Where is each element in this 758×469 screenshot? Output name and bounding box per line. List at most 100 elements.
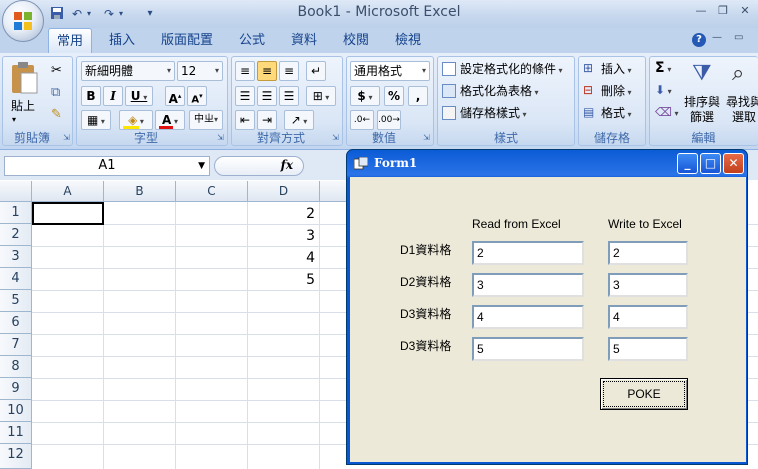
italic-button[interactable]: I bbox=[103, 86, 123, 106]
form-app-icon[interactable] bbox=[353, 156, 369, 171]
font-name-value: 新細明體 bbox=[85, 64, 134, 78]
row-header[interactable]: 12 bbox=[0, 444, 32, 469]
paste-dropdown-icon[interactable]: ▾ bbox=[12, 115, 16, 124]
font-name-select[interactable]: 新細明體 ▾ bbox=[81, 61, 175, 81]
write-textbox[interactable]: 2 bbox=[608, 241, 688, 265]
read-textbox[interactable]: 3 bbox=[472, 273, 584, 297]
column-header-d[interactable]: D bbox=[248, 181, 320, 202]
number-format-select[interactable]: 通用格式 ▾ bbox=[350, 61, 430, 81]
phonetic-icon[interactable]: 中ㄓ▾ bbox=[189, 110, 223, 130]
ribbon-restore-icon[interactable]: ▭ bbox=[734, 32, 743, 43]
cell-d4[interactable]: 5 bbox=[248, 269, 319, 291]
tab-data[interactable]: 資料 bbox=[282, 28, 326, 53]
cell-styles-button[interactable]: 儲存格樣式 ▾ bbox=[460, 104, 527, 124]
currency-button[interactable]: $ ▾ bbox=[350, 86, 380, 106]
format-cells-button[interactable]: 格式 ▾ bbox=[601, 104, 632, 124]
align-center-icon[interactable]: ☰ bbox=[257, 86, 277, 106]
row-header[interactable]: 4 bbox=[0, 268, 32, 290]
form-maximize-icon[interactable]: □ bbox=[700, 153, 721, 174]
column-header-b[interactable]: B bbox=[104, 181, 176, 202]
percent-button[interactable]: % bbox=[384, 86, 404, 106]
cell-d1[interactable]: 2 bbox=[248, 203, 319, 225]
number-launcher-icon[interactable]: ⇲ bbox=[423, 133, 430, 142]
sort-filter-button[interactable]: 排序與 篩選 bbox=[684, 95, 720, 125]
find-select-button[interactable]: 尋找與 選取 bbox=[726, 95, 758, 125]
active-cell-a1[interactable] bbox=[32, 202, 104, 225]
merge-center-icon[interactable]: ⊞ ▾ bbox=[306, 86, 336, 106]
read-textbox[interactable]: 5 bbox=[472, 337, 584, 361]
font-launcher-icon[interactable]: ⇲ bbox=[217, 133, 224, 142]
write-textbox[interactable]: 5 bbox=[608, 337, 688, 361]
cell-d3[interactable]: 4 bbox=[248, 247, 319, 269]
underline-button[interactable]: U ▾ bbox=[125, 86, 153, 106]
row-header[interactable]: 3 bbox=[0, 246, 32, 268]
row-header[interactable]: 7 bbox=[0, 334, 32, 356]
office-button[interactable] bbox=[2, 0, 44, 42]
ribbon-minimize-icon[interactable]: — bbox=[712, 32, 722, 43]
tab-page-layout[interactable]: 版面配置 bbox=[152, 28, 222, 53]
read-textbox[interactable]: 4 bbox=[472, 305, 584, 329]
form-close-icon[interactable]: ✕ bbox=[723, 153, 744, 174]
column-header-c[interactable]: C bbox=[176, 181, 248, 202]
align-bottom-icon[interactable]: ≡ bbox=[279, 61, 299, 81]
restore-icon[interactable]: ❐ bbox=[714, 4, 732, 18]
gridline bbox=[319, 202, 320, 469]
tab-view[interactable]: 檢視 bbox=[386, 28, 430, 53]
row-header[interactable]: 2 bbox=[0, 224, 32, 246]
align-middle-icon[interactable]: ≡ bbox=[257, 61, 277, 81]
row-label: D3資料格 bbox=[400, 307, 452, 321]
increase-decimal-icon[interactable]: .0← bbox=[350, 110, 374, 130]
shrink-font-icon[interactable]: A▾ bbox=[187, 86, 207, 106]
name-box[interactable]: A1 ▼ bbox=[4, 156, 210, 176]
clear-icon[interactable]: ⌫ ▾ bbox=[655, 105, 679, 119]
tab-formulas[interactable]: 公式 bbox=[230, 28, 274, 53]
write-textbox[interactable]: 4 bbox=[608, 305, 688, 329]
format-as-table-button[interactable]: 格式化為表格 ▾ bbox=[460, 82, 539, 102]
cell-d2[interactable]: 3 bbox=[248, 225, 319, 247]
conditional-format-button[interactable]: 設定格式化的條件 ▾ bbox=[460, 60, 563, 80]
write-textbox[interactable]: 3 bbox=[608, 273, 688, 297]
autosum-button[interactable]: Σ ▾ bbox=[655, 60, 671, 76]
comma-button[interactable]: , bbox=[408, 86, 428, 106]
orientation-icon[interactable]: ↗ ▾ bbox=[284, 110, 314, 130]
tab-insert[interactable]: 插入 bbox=[100, 28, 144, 53]
row-header[interactable]: 5 bbox=[0, 290, 32, 312]
decrease-indent-icon[interactable]: ⇤ bbox=[235, 110, 255, 130]
read-textbox[interactable]: 2 bbox=[472, 241, 584, 265]
row-header[interactable]: 11 bbox=[0, 422, 32, 444]
borders-icon[interactable]: ▦ ▾ bbox=[81, 110, 111, 130]
row-header[interactable]: 8 bbox=[0, 356, 32, 378]
form-minimize-icon[interactable]: _ bbox=[677, 153, 698, 174]
wrap-text-icon[interactable]: ↵ bbox=[306, 61, 326, 81]
fill-icon[interactable]: ⬇ ▾ bbox=[655, 83, 672, 97]
delete-cells-button[interactable]: 刪除 ▾ bbox=[601, 82, 632, 102]
clipboard-launcher-icon[interactable]: ⇲ bbox=[63, 133, 70, 142]
copy-icon[interactable]: ⧉ bbox=[51, 85, 60, 100]
column-header-a[interactable]: A bbox=[32, 181, 104, 202]
help-icon[interactable]: ? bbox=[692, 33, 706, 47]
row-header[interactable]: 6 bbox=[0, 312, 32, 334]
alignment-launcher-icon[interactable]: ⇲ bbox=[332, 133, 339, 142]
decrease-decimal-icon[interactable]: .00→ bbox=[377, 110, 401, 130]
tab-review[interactable]: 校閱 bbox=[334, 28, 378, 53]
row-header[interactable]: 10 bbox=[0, 400, 32, 422]
close-icon[interactable]: ✕ bbox=[736, 4, 754, 18]
row-header[interactable]: 9 bbox=[0, 378, 32, 400]
bold-button[interactable]: B bbox=[81, 86, 101, 106]
font-size-select[interactable]: 12 ▾ bbox=[177, 61, 223, 81]
align-top-icon[interactable]: ≡ bbox=[235, 61, 255, 81]
align-left-icon[interactable]: ☰ bbox=[235, 86, 255, 106]
tab-home[interactable]: 常用 bbox=[48, 28, 92, 53]
cut-icon[interactable]: ✂ bbox=[51, 63, 62, 78]
format-painter-icon[interactable]: ✎ bbox=[51, 107, 62, 122]
editing-group: Σ ▾ ⬇ ▾ ⌫ ▾ ⧩ 排序與 篩選 ⌕ 尋找與 選取 編輯 bbox=[649, 56, 758, 146]
insert-cells-button[interactable]: 插入 ▾ bbox=[601, 60, 632, 80]
increase-indent-icon[interactable]: ⇥ bbox=[257, 110, 277, 130]
minimize-icon[interactable]: — bbox=[692, 4, 710, 18]
fx-button[interactable]: fx bbox=[214, 156, 304, 176]
row-header[interactable]: 1 bbox=[0, 202, 32, 224]
paste-button[interactable]: 貼上 bbox=[11, 97, 35, 115]
align-right-icon[interactable]: ☰ bbox=[279, 86, 299, 106]
grow-font-icon[interactable]: A▴ bbox=[165, 86, 185, 106]
select-all-corner[interactable] bbox=[0, 181, 32, 202]
